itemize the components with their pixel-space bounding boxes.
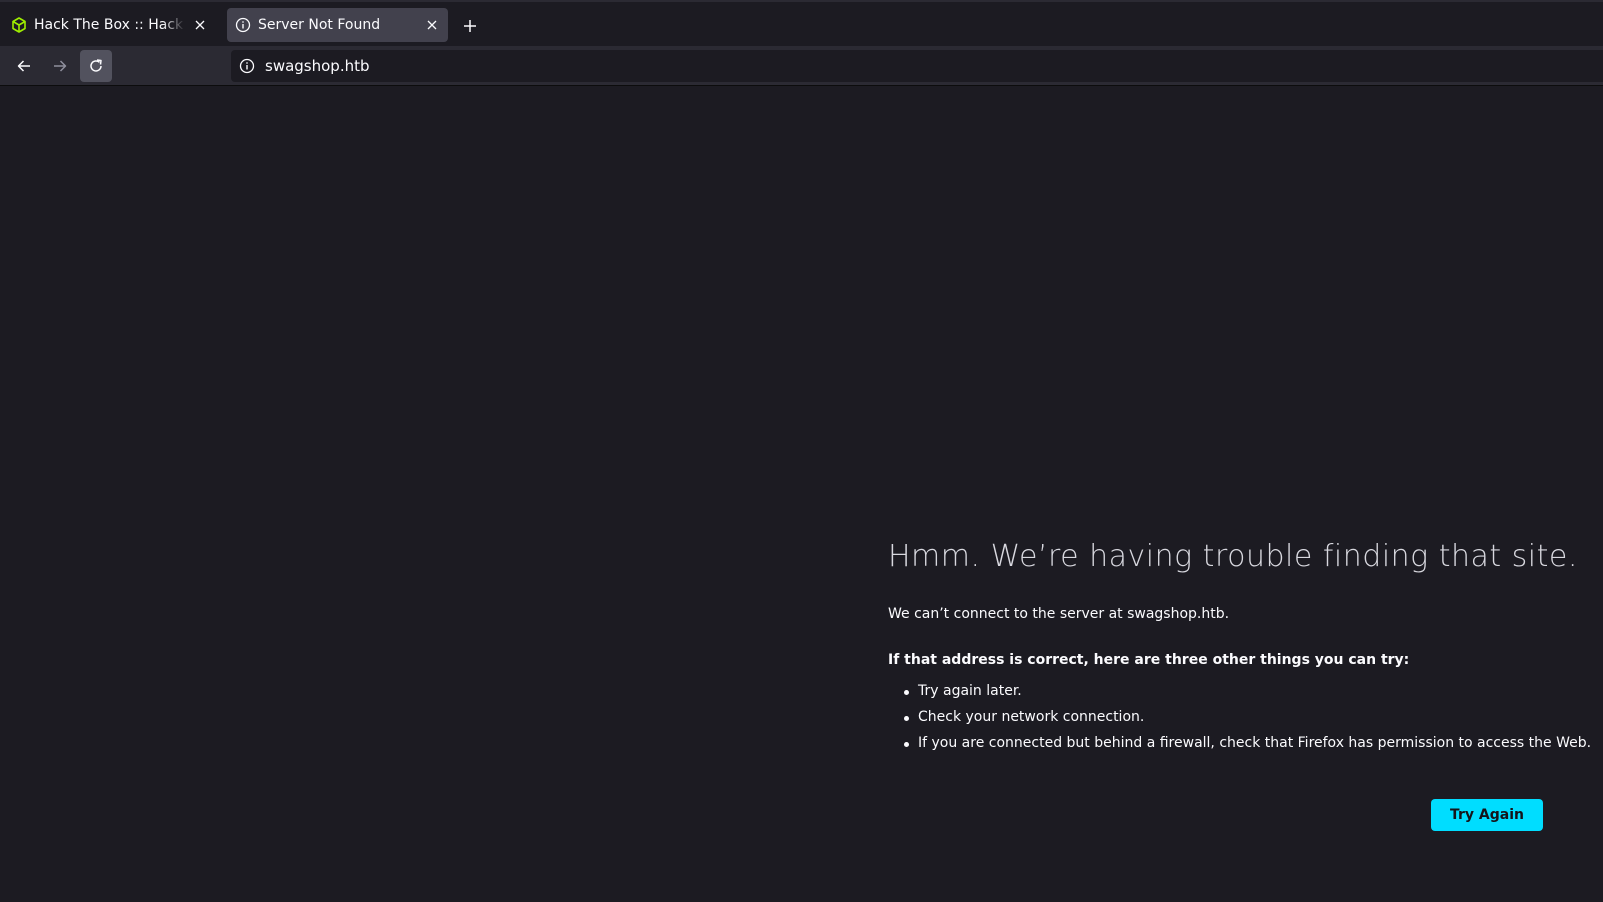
info-icon [235,17,251,33]
list-item: Try again later. [904,682,1568,701]
navigation-toolbar: swagshop.htb [0,46,1603,86]
url-text[interactable]: swagshop.htb [265,57,370,75]
arrow-left-icon [16,58,32,74]
reload-button[interactable] [80,50,112,82]
error-container: Hmm. We’re having trouble finding that s… [888,539,1591,760]
try-again-button[interactable]: Try Again [1431,799,1543,831]
tab-server-not-found[interactable]: Server Not Found [227,8,448,42]
tab-hack-the-box[interactable]: Hack The Box :: Hack The Box [4,8,216,42]
plus-icon [463,19,477,33]
suggestion-list: Try again later. Check your network conn… [888,682,1591,753]
error-subheading: If that address is correct, here are thr… [888,652,1410,668]
info-icon[interactable] [239,58,255,74]
back-button[interactable] [8,50,40,82]
list-item: If you are connected but behind a firewa… [904,734,1591,753]
error-description: We can’t connect to the server at swagsh… [888,606,1230,622]
list-item: Check your network connection. [904,708,1568,727]
reload-icon [88,58,104,74]
url-bar[interactable]: swagshop.htb [231,50,1603,82]
close-icon[interactable] [421,14,443,36]
forward-button[interactable] [44,50,76,82]
close-icon[interactable] [189,14,211,36]
error-title: Hmm. We’re having trouble finding that s… [888,539,1578,574]
page-content: Hmm. We’re having trouble finding that s… [0,87,1603,902]
tab-strip: Hack The Box :: Hack The Box Server Not … [0,0,1603,46]
arrow-right-icon [52,58,68,74]
tab-title: Hack The Box :: Hack The Box [34,17,185,33]
new-tab-button[interactable] [458,14,482,38]
tab-title: Server Not Found [258,17,381,33]
htb-cube-icon [11,17,27,33]
